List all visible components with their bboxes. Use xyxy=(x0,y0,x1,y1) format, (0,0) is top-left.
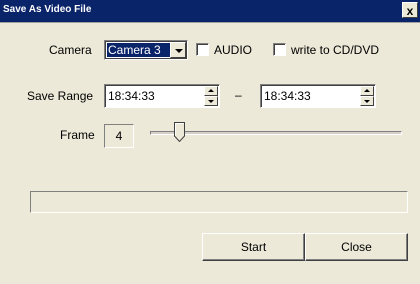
save-as-video-dialog: Save As Video File x Camera Camera 3 AUD… xyxy=(0,0,420,284)
camera-select[interactable]: Camera 3 xyxy=(104,40,188,60)
chevron-down-icon[interactable] xyxy=(170,42,186,58)
close-button[interactable]: Close xyxy=(305,233,408,261)
audio-checkbox[interactable] xyxy=(196,43,209,56)
camera-label: Camera xyxy=(49,43,92,57)
range-separator: – xyxy=(235,88,242,102)
spin-up-icon[interactable] xyxy=(204,86,218,96)
write-cd-dvd-label: write to CD/DVD xyxy=(291,43,380,57)
progress-bar xyxy=(30,191,408,213)
spinner xyxy=(204,86,218,106)
close-icon[interactable]: x xyxy=(402,2,418,18)
spinner xyxy=(360,86,374,106)
audio-label: AUDIO xyxy=(214,43,253,57)
frame-slider-track[interactable] xyxy=(150,131,402,135)
save-range-start-field[interactable]: 18:34:33 xyxy=(104,84,220,108)
save-range-end-value: 18:34:33 xyxy=(264,89,311,103)
frame-slider-thumb[interactable] xyxy=(174,122,185,142)
spin-down-icon[interactable] xyxy=(204,96,218,106)
window-title: Save As Video File xyxy=(3,4,92,15)
save-range-end-field[interactable]: 18:34:33 xyxy=(260,84,376,108)
title-bar: Save As Video File x xyxy=(0,0,420,23)
frame-label: Frame xyxy=(60,128,95,142)
start-button[interactable]: Start xyxy=(202,233,305,261)
write-cd-dvd-checkbox[interactable] xyxy=(273,43,286,56)
frame-value-box: 4 xyxy=(104,124,134,148)
save-range-start-value: 18:34:33 xyxy=(108,89,155,103)
spin-down-icon[interactable] xyxy=(360,96,374,106)
save-range-label: Save Range xyxy=(27,89,94,103)
camera-select-value: Camera 3 xyxy=(107,43,170,57)
spin-up-icon[interactable] xyxy=(360,86,374,96)
